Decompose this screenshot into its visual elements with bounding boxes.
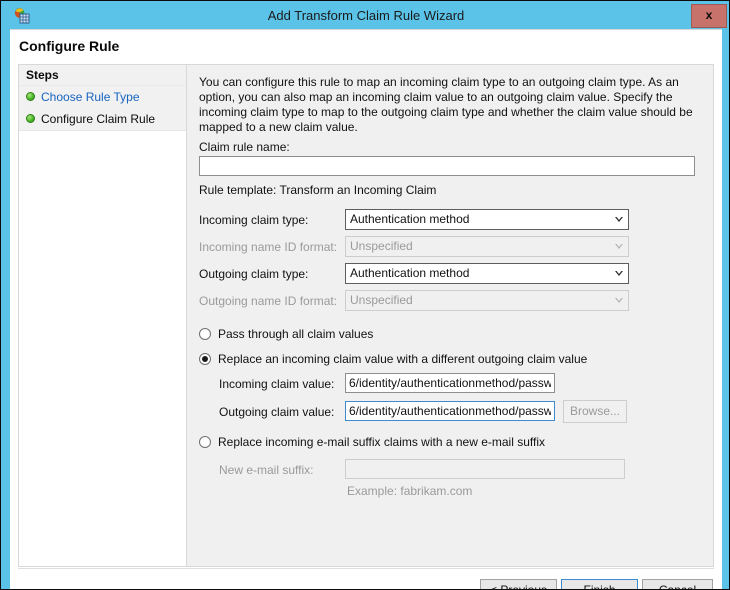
page-header: Configure Rule bbox=[10, 30, 722, 64]
option-label: Pass through all claim values bbox=[218, 327, 373, 341]
sidebar-item-label: Choose Rule Type bbox=[41, 90, 140, 104]
close-button[interactable]: x bbox=[691, 4, 727, 28]
green-bullet-icon bbox=[26, 92, 35, 101]
green-bullet-icon bbox=[26, 114, 35, 123]
chevron-down-icon bbox=[610, 291, 628, 310]
browse-button[interactable]: Browse... bbox=[563, 400, 627, 423]
radio-icon bbox=[199, 436, 211, 448]
outgoing-claim-value-label: Outgoing claim value: bbox=[219, 405, 334, 419]
content-panel: You can configure this rule to map an in… bbox=[186, 64, 714, 567]
option-pass-through-all-claim-values[interactable]: Pass through all claim values bbox=[199, 327, 373, 341]
title-bar: Add Transform Claim Rule Wizard x bbox=[2, 2, 730, 29]
incoming-name-id-format-select: Unspecified bbox=[345, 236, 629, 257]
sidebar-item-choose-rule-type[interactable]: Choose Rule Type bbox=[19, 86, 186, 108]
incoming-claim-type-value: Authentication method bbox=[350, 210, 469, 229]
rule-template-text: Rule template: Transform an Incoming Cla… bbox=[199, 183, 436, 197]
wizard-window: Add Transform Claim Rule Wizard x Config… bbox=[0, 0, 730, 590]
cancel-button[interactable]: Cancel bbox=[642, 579, 713, 590]
finish-button[interactable]: Finish bbox=[561, 579, 638, 590]
sidebar-item-label: Configure Claim Rule bbox=[41, 112, 155, 126]
window-title: Add Transform Claim Rule Wizard bbox=[2, 2, 730, 29]
new-email-suffix-input[interactable] bbox=[345, 459, 625, 479]
incoming-claim-type-select[interactable]: Authentication method bbox=[345, 209, 629, 230]
client-area: Configure Rule Steps Choose Rule Type Co… bbox=[10, 29, 722, 581]
claim-rule-name-input[interactable] bbox=[199, 156, 695, 176]
previous-button[interactable]: < Previous bbox=[480, 579, 557, 590]
outgoing-claim-value-input[interactable] bbox=[345, 401, 555, 421]
steps-sidebar: Steps Choose Rule Type Configure Claim R… bbox=[18, 64, 186, 567]
option-replace-claim-value[interactable]: Replace an incoming claim value with a d… bbox=[199, 352, 587, 366]
outgoing-claim-type-select[interactable]: Authentication method bbox=[345, 263, 629, 284]
outgoing-name-id-format-select: Unspecified bbox=[345, 290, 629, 311]
sidebar-item-configure-claim-rule[interactable]: Configure Claim Rule bbox=[19, 108, 186, 131]
page-title: Configure Rule bbox=[19, 38, 119, 54]
chevron-down-icon bbox=[610, 210, 628, 229]
option-label: Replace incoming e-mail suffix claims wi… bbox=[218, 435, 545, 449]
description-text: You can configure this rule to map an in… bbox=[199, 75, 697, 135]
outgoing-claim-type-label: Outgoing claim type: bbox=[199, 267, 308, 281]
incoming-name-id-format-label: Incoming name ID format: bbox=[199, 240, 337, 254]
chevron-down-icon bbox=[610, 237, 628, 256]
incoming-claim-value-input[interactable] bbox=[345, 373, 555, 393]
option-label: Replace an incoming claim value with a d… bbox=[218, 352, 587, 366]
new-email-suffix-label: New e-mail suffix: bbox=[219, 463, 313, 477]
outgoing-name-id-format-label: Outgoing name ID format: bbox=[199, 294, 337, 308]
incoming-claim-value-label: Incoming claim value: bbox=[219, 377, 334, 391]
option-replace-email-suffix[interactable]: Replace incoming e-mail suffix claims wi… bbox=[199, 435, 545, 449]
radio-icon bbox=[199, 353, 211, 365]
radio-icon bbox=[199, 328, 211, 340]
steps-heading: Steps bbox=[19, 65, 186, 86]
outgoing-claim-type-value: Authentication method bbox=[350, 264, 469, 283]
claim-rule-name-label: Claim rule name: bbox=[199, 140, 290, 154]
email-suffix-example: Example: fabrikam.com bbox=[347, 484, 472, 498]
incoming-claim-type-label: Incoming claim type: bbox=[199, 213, 308, 227]
incoming-name-id-format-value: Unspecified bbox=[350, 237, 413, 256]
chevron-down-icon bbox=[610, 264, 628, 283]
footer-bar: < Previous Finish Cancel bbox=[10, 569, 722, 590]
outgoing-name-id-format-value: Unspecified bbox=[350, 291, 413, 310]
